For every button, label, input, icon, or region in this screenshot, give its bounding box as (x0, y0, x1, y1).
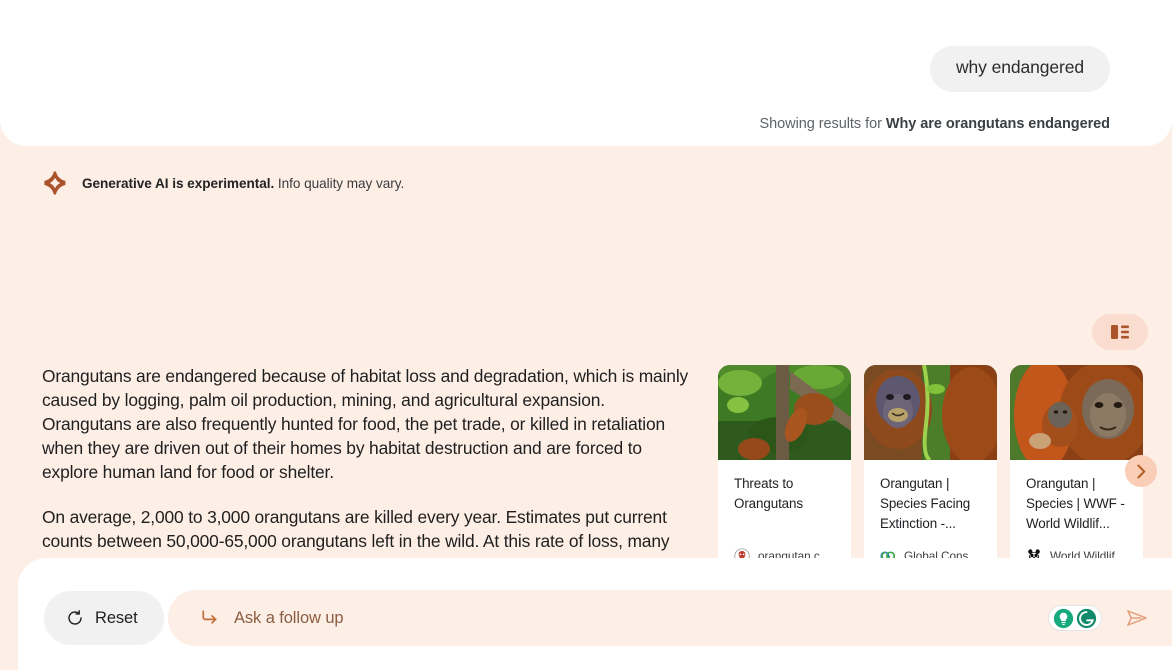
ai-overview-panel: Generative AI is experimental. Info qual… (0, 146, 1172, 558)
reset-button[interactable]: Reset (44, 591, 164, 645)
followup-input-bar: Reset Ask a follow up (18, 558, 1172, 670)
ai-overview-screen: Generative AI is experimental. Info qual… (0, 0, 1172, 670)
followup-input-placeholder[interactable]: Ask a follow up (234, 609, 1048, 628)
answer-paragraph: Orangutans are endangered because of hab… (42, 366, 689, 482)
grammarly-assistant-pill[interactable] (1048, 605, 1102, 631)
send-icon (1127, 610, 1147, 626)
source-card-carousel[interactable]: Threats to Orangutans orangutan.c... Ora… (718, 365, 1172, 558)
card-title: Orangutan | Species | WWF - World Wildli… (1026, 476, 1125, 531)
sparkle-icon (44, 171, 66, 195)
card-source: orangutan.c... (734, 548, 830, 558)
card-title: Orangutan | Species Facing Extinction -.… (880, 476, 971, 531)
send-button[interactable] (1126, 608, 1148, 628)
generative-ai-disclaimer: Generative AI is experimental. Info qual… (42, 170, 404, 196)
showing-results-query: Why are orangutans endangered (885, 116, 1110, 132)
wwf-panda-favicon (1028, 549, 1040, 558)
arrow-turn-down-right-icon (202, 610, 217, 624)
showing-results-prefix: Showing results for (759, 116, 882, 132)
card-source-label: World Wildlif... (1050, 549, 1125, 558)
followup-input-field[interactable]: Ask a follow up (168, 590, 1172, 646)
disclaimer-text: Generative AI is experimental. Info qual… (82, 176, 404, 191)
source-card[interactable]: Orangutan | Species Facing Extinction -.… (864, 365, 997, 558)
card-thumbnail-image (718, 365, 851, 460)
orangutan-foundation-favicon (734, 548, 750, 558)
layout-view-toggle-button[interactable] (1092, 314, 1148, 350)
card-source-label: orangutan.c... (758, 549, 830, 558)
reset-button-label: Reset (95, 608, 138, 627)
disclaimer-rest: Info quality may vary. (277, 175, 405, 191)
source-card[interactable]: Orangutan | Species | WWF - World Wildli… (1010, 365, 1143, 558)
layout-view-icon (1111, 325, 1129, 339)
grammarly-g-icon (1076, 608, 1097, 628)
query-header: why endangered Showing results for Why a… (0, 0, 1172, 146)
showing-results-line: Showing results for Why are orangutans e… (760, 116, 1111, 132)
chevron-right-icon (1136, 464, 1145, 478)
card-thumbnail-image (864, 365, 997, 460)
card-title: Threats to Orangutans (734, 476, 803, 511)
ai-answer-body: Orangutans are endangered because of hab… (42, 364, 690, 558)
grammarly-idea-icon (1053, 608, 1074, 628)
disclaimer-bold: Generative AI is experimental. (82, 175, 275, 191)
carousel-next-button[interactable] (1125, 455, 1157, 487)
card-thumbnail-image (1010, 365, 1143, 460)
answer-paragraph: On average, 2,000 to 3,000 orangutans ar… (42, 507, 670, 558)
card-source: World Wildlif... (1026, 548, 1124, 558)
source-card[interactable]: Threats to Orangutans orangutan.c... (718, 365, 851, 558)
global-conservation-favicon (880, 551, 896, 558)
card-source-label: Global Cons... (904, 549, 979, 558)
refresh-icon (68, 610, 82, 625)
card-source: Global Cons... (880, 548, 978, 558)
user-query-bubble[interactable]: why endangered (929, 46, 1110, 92)
